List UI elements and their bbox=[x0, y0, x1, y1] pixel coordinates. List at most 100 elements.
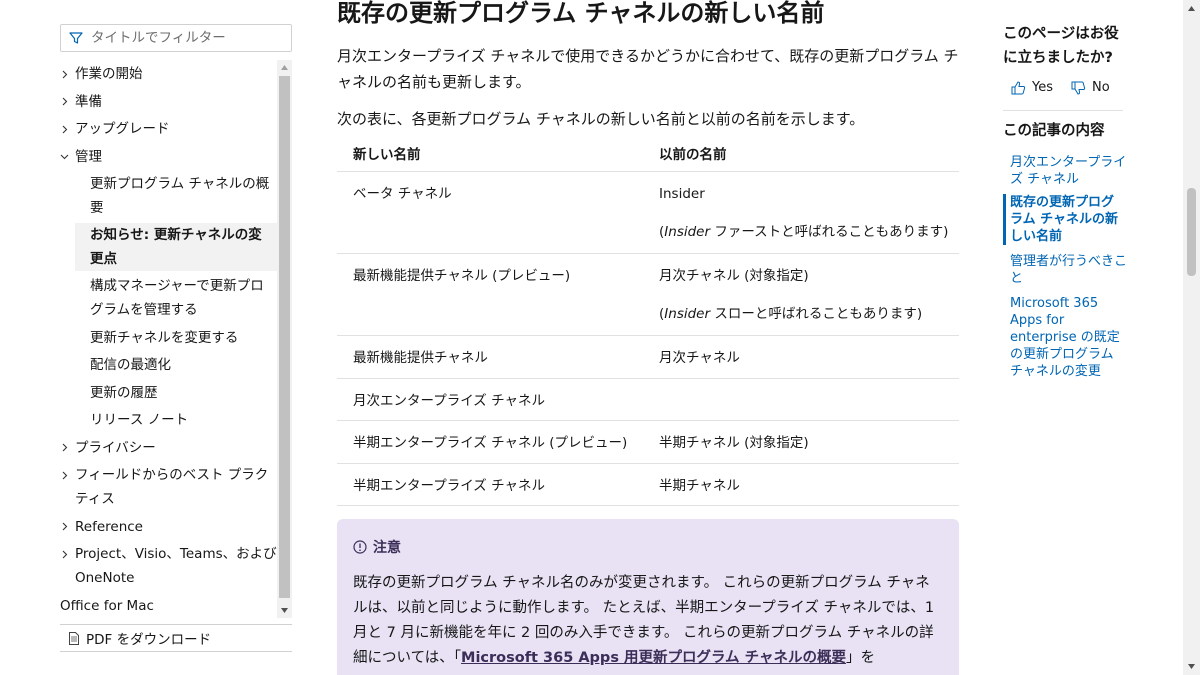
toc-item-label: アップグレード bbox=[75, 121, 170, 137]
toc-item-label: 更新プログラム チャネルの概要 bbox=[90, 176, 270, 216]
download-pdf-button[interactable]: PDF をダウンロード bbox=[60, 624, 292, 652]
table-cell-old: 半期チャネル (対象指定) bbox=[643, 420, 959, 464]
no-label: No bbox=[1092, 80, 1110, 95]
table-row: ベータ チャネル Insider (Insider ファーストと呼ばれることもあ… bbox=[337, 171, 959, 254]
feedback-buttons: Yes No bbox=[1011, 80, 1128, 95]
table-cell-old: 月次チャネル bbox=[643, 335, 959, 379]
note-title: 注意 bbox=[373, 540, 401, 556]
column-header-new-name: 新しい名前 bbox=[337, 136, 643, 172]
toc-scrollbar[interactable] bbox=[277, 60, 292, 618]
toc-item-manage[interactable]: 管理 bbox=[60, 145, 277, 169]
table-header-row: 新しい名前 以前の名前 bbox=[337, 136, 959, 172]
note-alert: 注意 既存の更新プログラム チャネル名のみが変更されます。 これらの更新プログラ… bbox=[337, 519, 959, 675]
aka-note-text: ファーストと呼ばれることもあります) bbox=[710, 223, 949, 240]
outline-link-monthly-enterprise[interactable]: 月次エンタープライズ チャネル bbox=[1003, 154, 1127, 188]
table-cell-old: Insider (Insider ファーストと呼ばれることもあります) bbox=[643, 171, 959, 254]
column-header-old-name: 以前の名前 bbox=[643, 136, 959, 172]
toc-filter-box[interactable] bbox=[60, 24, 292, 52]
table-cell-new: 最新機能提供チャネル bbox=[337, 335, 643, 379]
toc-child-config-manager[interactable]: 構成マネージャーで更新プログラムを管理する bbox=[60, 274, 277, 322]
table-cell-new: 月次エンタープライズ チャネル bbox=[337, 378, 643, 421]
table-cell-old: 半期チャネル bbox=[643, 463, 959, 506]
scroll-down-arrow-icon[interactable] bbox=[277, 603, 292, 618]
chevron-right-icon bbox=[60, 436, 75, 460]
page-scrollbar-thumb[interactable] bbox=[1187, 188, 1196, 276]
page-scrollbar[interactable] bbox=[1183, 0, 1200, 675]
info-circle-icon bbox=[353, 540, 367, 554]
toc-item-project-visio-teams[interactable]: Project、Visio、Teams、および OneNote bbox=[60, 542, 277, 590]
toc-item-office-for-mac[interactable]: Office for Mac bbox=[60, 594, 277, 618]
old-name-text: 月次チャネル (対象指定) bbox=[659, 267, 809, 284]
toc-item-prepare[interactable]: 準備 bbox=[60, 90, 277, 114]
feedback-question: このページはお役に立ちましたか? bbox=[1003, 26, 1119, 66]
chevron-right-icon bbox=[60, 542, 75, 566]
toc-scrollbar-thumb[interactable] bbox=[279, 76, 290, 598]
yes-label: Yes bbox=[1032, 80, 1053, 95]
toc-child-delivery-optimization[interactable]: 配信の最適化 bbox=[60, 353, 277, 377]
toc-child-announcement-active[interactable]: お知らせ: 更新チャネルの変更点 bbox=[75, 223, 277, 271]
intro-paragraph: 月次エンタープライズ チャネルで使用できるかどうかに合わせて、既存の更新プログラ… bbox=[337, 47, 959, 91]
table-cell-old: 月次チャネル (対象指定) (Insider スローと呼ばれることもあります) bbox=[643, 253, 959, 336]
chevron-right-icon bbox=[60, 62, 75, 86]
table-cell-new: 最新機能提供チャネル (プレビュー) bbox=[337, 253, 643, 336]
no-button[interactable]: No bbox=[1071, 80, 1110, 95]
table-cell-new: 半期エンタープライズ チャネル (プレビュー) bbox=[337, 420, 643, 464]
in-this-article-heading: この記事の内容 bbox=[1003, 123, 1105, 139]
scroll-up-arrow-icon[interactable] bbox=[1183, 0, 1200, 17]
table-intro-paragraph: 次の表に、各更新プログラム チャネルの新しい名前と以前の名前を示します。 bbox=[337, 110, 865, 128]
download-pdf-label: PDF をダウンロード bbox=[86, 632, 212, 648]
pdf-document-icon bbox=[69, 631, 79, 645]
toc-sidebar: 作業の開始 準備 アップグレード 管理 更新プログラム チャネルの概要 お知らせ… bbox=[60, 0, 292, 675]
toc-item-best-practices[interactable]: フィールドからのベスト プラクティス bbox=[60, 463, 277, 511]
toc-item-getting-started[interactable]: 作業の開始 bbox=[60, 62, 277, 86]
thumbs-up-icon bbox=[1011, 80, 1026, 94]
toc-item-label: フィールドからのベスト プラクティス bbox=[75, 467, 269, 507]
outline-link-admin-actions[interactable]: 管理者が行うべきこと bbox=[1003, 253, 1127, 287]
toc-item-upgrade[interactable]: アップグレード bbox=[60, 117, 277, 141]
scroll-down-arrow-icon[interactable] bbox=[1183, 658, 1200, 675]
chevron-down-icon bbox=[60, 145, 75, 169]
toc-item-label: お知らせ: 更新チャネルの変更点 bbox=[90, 227, 262, 267]
aka-note-insider: Insider bbox=[664, 305, 711, 322]
toc-item-label: Project、Visio、Teams、および OneNote bbox=[75, 546, 277, 586]
toc-item-label: 更新チャネルを変更する bbox=[90, 329, 239, 346]
toc-item-label: Office for Mac bbox=[60, 597, 154, 614]
outline-link-default-channel-change[interactable]: Microsoft 365 Apps for enterprise の既定の更新… bbox=[1003, 295, 1127, 380]
toc-item-privacy[interactable]: プライバシー bbox=[60, 436, 277, 460]
table-cell-new: ベータ チャネル bbox=[337, 171, 643, 254]
chevron-right-icon bbox=[60, 117, 75, 141]
toc-item-label: 管理 bbox=[75, 148, 102, 165]
filter-icon bbox=[69, 32, 83, 44]
toc-item-reference[interactable]: Reference bbox=[60, 515, 277, 539]
toc-item-label: Reference bbox=[75, 518, 143, 535]
toc-tree: 作業の開始 準備 アップグレード 管理 更新プログラム チャネルの概要 お知らせ… bbox=[60, 60, 277, 618]
table-row: 半期エンタープライズ チャネル (プレビュー) 半期チャネル (対象指定) bbox=[337, 420, 959, 464]
chevron-right-icon bbox=[60, 515, 75, 539]
thumbs-down-icon bbox=[1071, 81, 1086, 95]
aka-note: (Insider ファーストと呼ばれることもあります) bbox=[659, 223, 949, 240]
aka-note-insider: Insider bbox=[664, 223, 711, 240]
toc-child-change-channel[interactable]: 更新チャネルを変更する bbox=[60, 326, 277, 350]
chevron-right-icon bbox=[60, 463, 75, 487]
channel-names-table: 新しい名前 以前の名前 ベータ チャネル Insider (Insider ファ… bbox=[337, 136, 959, 506]
table-row: 最新機能提供チャネル (プレビュー) 月次チャネル (対象指定) (Inside… bbox=[337, 253, 959, 336]
toc-filter-input[interactable] bbox=[91, 30, 281, 46]
note-title-row: 注意 bbox=[353, 537, 943, 557]
note-text-tail: 」を bbox=[845, 650, 875, 666]
yes-button[interactable]: Yes bbox=[1011, 80, 1053, 95]
scroll-up-arrow-icon[interactable] bbox=[277, 60, 292, 75]
divider bbox=[1003, 110, 1123, 111]
toc-child-update-channel-overview[interactable]: 更新プログラム チャネルの概要 bbox=[60, 172, 277, 220]
toc-item-label: 準備 bbox=[75, 93, 102, 110]
aka-note: (Insider スローと呼ばれることもあります) bbox=[659, 305, 923, 322]
outline-link-new-names-active[interactable]: 既存の更新プログラム チャネルの新しい名前 bbox=[1003, 194, 1127, 245]
section-heading: 既存の更新プログラム チャネルの新しい名前 bbox=[337, 0, 825, 27]
note-body: 既存の更新プログラム チャネル名のみが変更されます。 これらの更新プログラム チ… bbox=[353, 571, 943, 671]
toc-item-label: 作業の開始 bbox=[75, 66, 143, 82]
toc-child-update-history[interactable]: 更新の履歴 bbox=[60, 381, 277, 405]
toc-child-release-notes[interactable]: リリース ノート bbox=[60, 408, 277, 432]
chevron-right-icon bbox=[60, 90, 75, 114]
update-channel-overview-link[interactable]: Microsoft 365 Apps 用更新プログラム チャネルの概要 bbox=[461, 650, 846, 666]
toc-item-label: 構成マネージャーで更新プログラムを管理する bbox=[90, 278, 264, 318]
table-cell-old bbox=[643, 378, 959, 421]
